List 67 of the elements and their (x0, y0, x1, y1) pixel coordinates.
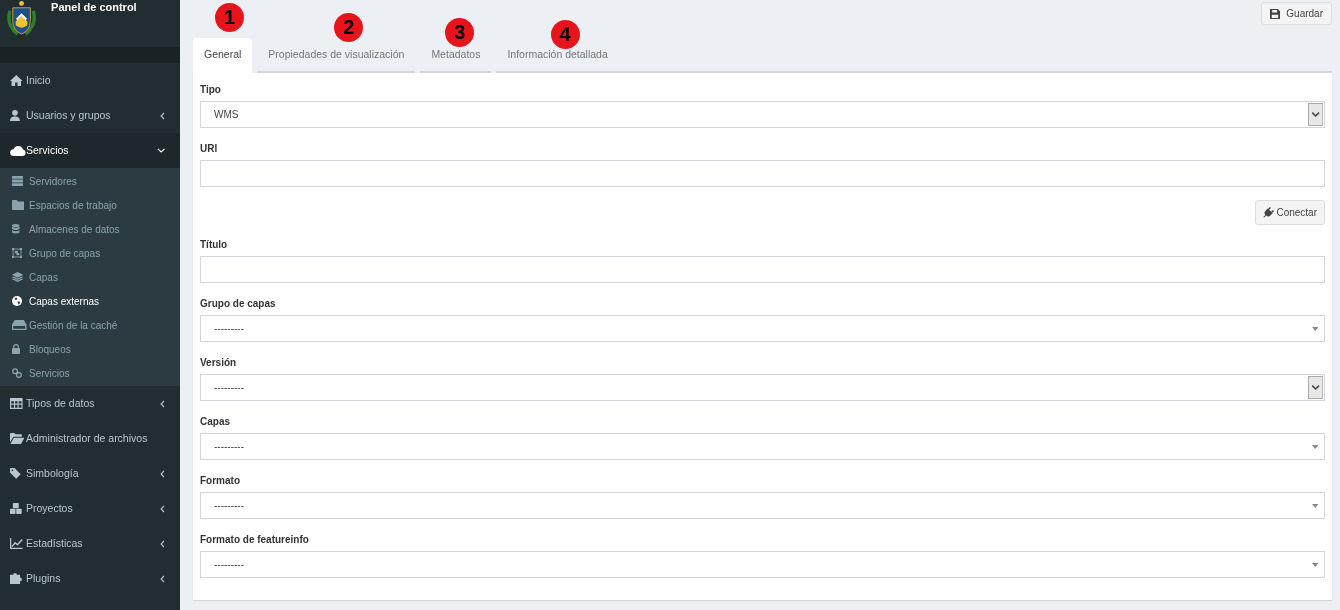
number-marker: 4 (550, 20, 580, 49)
layers-icon (12, 272, 24, 282)
submenu-item[interactable]: Capas (0, 265, 180, 289)
field-label: Formato (200, 474, 241, 488)
field-label: Versión (200, 356, 238, 370)
table-icon (10, 398, 23, 409)
sidebar-title: Panel de control (51, 0, 137, 14)
number-marker: 2 (334, 13, 364, 42)
input-field[interactable] (200, 256, 1325, 283)
chevron-down-icon (1307, 103, 1323, 126)
object-group-icon (12, 248, 22, 258)
submenu-item[interactable]: Servidores (0, 169, 180, 193)
sidebar-item[interactable]: Proyectos (0, 491, 180, 526)
connect-button[interactable]: Conectar (1255, 200, 1325, 225)
lock-icon (12, 344, 20, 354)
sidebar-item[interactable]: Tipos de datos (0, 386, 180, 421)
folder-icon (12, 200, 25, 210)
field-label: URl (200, 142, 219, 156)
sidebar-item[interactable]: Estadísticas (0, 526, 180, 561)
number-marker: 1 (215, 3, 245, 32)
emblem-logo (5, 0, 39, 37)
submenu-item[interactable]: Espacios de trabajo (0, 193, 180, 217)
folder-icon (10, 433, 25, 444)
sidebar-item[interactable]: Simbología (0, 456, 180, 491)
field-label: Grupo de capas (200, 297, 277, 311)
sidebar-item[interactable]: Administrador de archivos (0, 421, 180, 456)
database-icon (12, 224, 20, 234)
puzzle-piece-icon (10, 573, 22, 584)
submenu-item[interactable]: Gestión de la caché (0, 313, 180, 337)
sidebar-item[interactable]: Inicio (0, 63, 180, 98)
chevron-down-icon (1307, 376, 1323, 399)
field-label: Título (200, 238, 229, 252)
globe-icon (12, 296, 22, 306)
submenu-item[interactable]: Bloqueos (0, 337, 180, 361)
submenu-item[interactable]: Grupo de capas (0, 241, 180, 265)
save-button[interactable]: Guardar (1261, 2, 1332, 25)
select-field[interactable]: --------- (200, 374, 1325, 401)
tab[interactable]: General (193, 38, 253, 73)
number-marker: 3 (445, 18, 475, 47)
submenu-item[interactable]: Almacenes de datos (0, 217, 180, 241)
cubes-icon (10, 503, 22, 514)
tag-icon (10, 468, 21, 479)
submenu-item[interactable]: Capas externas (0, 289, 180, 313)
plug-icon (1263, 207, 1275, 218)
hard-drive-icon (12, 320, 27, 330)
caret-down-icon (1311, 503, 1318, 508)
select-field[interactable]: WMS (200, 101, 1325, 128)
caret-down-icon (1311, 444, 1318, 449)
select-field[interactable]: --------- (200, 551, 1325, 578)
caret-down-icon (1311, 562, 1318, 567)
linked-rings-icon (12, 368, 22, 378)
home-icon (10, 75, 23, 86)
sidebar-item[interactable]: Plugins (0, 561, 180, 596)
field-label: Capas (200, 415, 231, 429)
select-field[interactable]: --------- (200, 492, 1325, 519)
field-label: Formato de featureinfo (200, 533, 310, 547)
sidebar-item[interactable]: Usuarios y grupos (0, 98, 180, 133)
user-icon (10, 110, 20, 121)
field-label: Tipo (200, 83, 222, 97)
select-field[interactable]: --------- (200, 315, 1325, 342)
input-field[interactable] (200, 160, 1325, 187)
cloud-icon (10, 145, 26, 156)
server-icon (12, 176, 24, 186)
select-field[interactable]: --------- (200, 433, 1325, 460)
caret-down-icon (1311, 326, 1318, 331)
submenu-item[interactable]: Servicios (0, 361, 180, 385)
line-chart-icon (10, 538, 23, 549)
